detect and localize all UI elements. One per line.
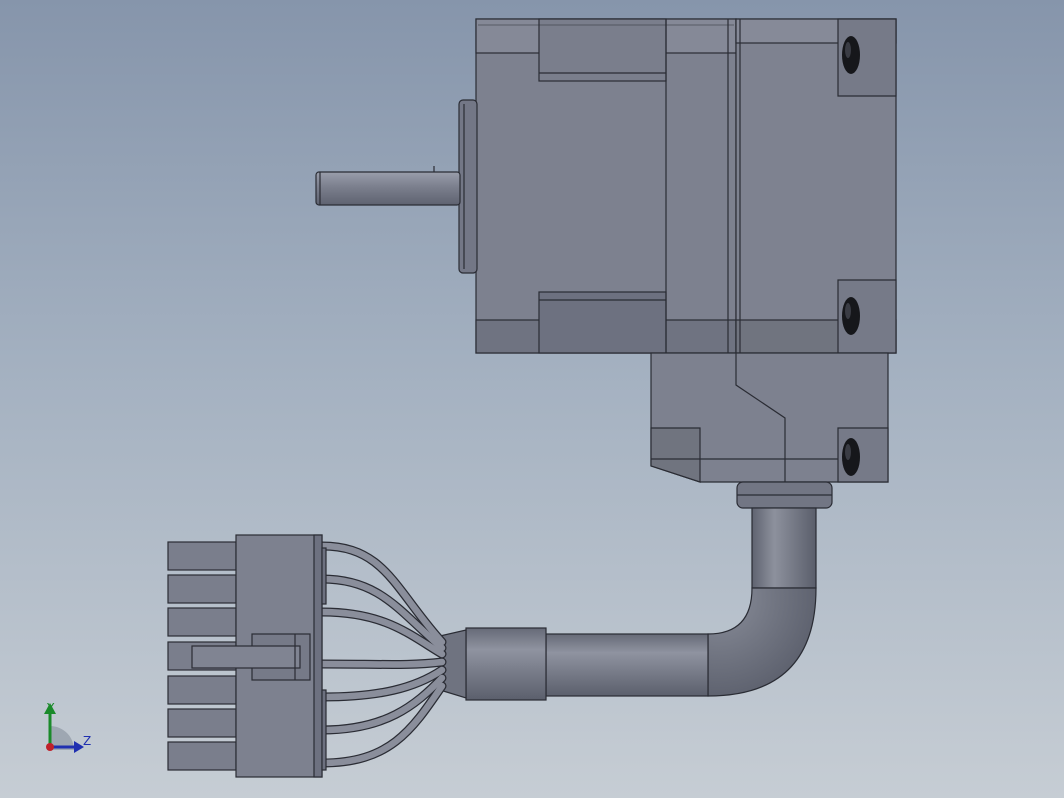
reference-triad: Y Z [44, 701, 91, 753]
motor-front-flange[interactable] [458, 99, 478, 274]
motor-shaft[interactable] [315, 166, 461, 206]
motor-body[interactable] [475, 18, 737, 354]
motor-rear-housing[interactable] [735, 18, 897, 354]
y-axis-label: Y [46, 701, 55, 715]
motor-cable[interactable] [439, 507, 817, 701]
cable-connector[interactable] [167, 534, 327, 778]
z-axis-label: Z [83, 734, 91, 748]
triad-origin [46, 743, 54, 751]
screw-head-bottom [842, 297, 860, 335]
cad-graphics-viewport[interactable]: Y Z [0, 0, 1064, 798]
screw-head-encoder [842, 438, 860, 476]
cable-gland[interactable] [736, 481, 833, 509]
screw-head-top [842, 36, 860, 74]
wire-harness[interactable] [317, 541, 447, 768]
